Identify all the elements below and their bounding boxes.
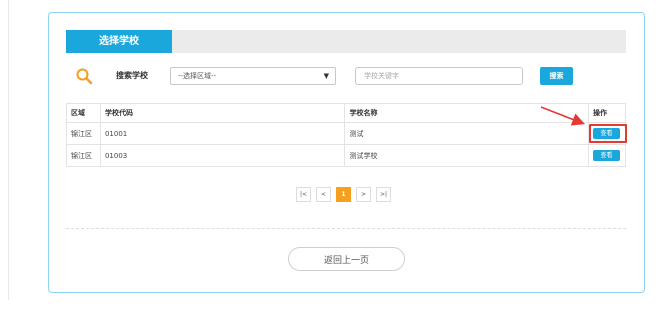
school-select-panel: 选择学校 搜索学校 --选择区域-- ▼ 搜索 区域 学校代码 学校名称 操作 … [48,12,645,293]
column-header-region: 区域 [66,103,101,123]
page-left-divider [8,0,9,300]
page-button-current[interactable]: 1 [336,187,351,202]
column-header-name: 学校名称 [344,103,589,123]
search-button[interactable]: 搜索 [540,67,573,85]
column-header-code: 学校代码 [99,103,346,123]
cell-action: 查看 [587,122,627,145]
back-button[interactable]: 返回上一页 [288,247,405,271]
view-button[interactable]: 查看 [592,150,620,161]
view-button[interactable]: 查看 [592,128,620,139]
cell-region: 锦江区 [66,144,101,167]
last-page-button[interactable]: >| [376,187,391,202]
cell-region: 锦江区 [66,122,101,145]
next-page-button[interactable]: > [356,187,371,202]
cell-name: 测试学校 [344,144,589,167]
school-table: 区域 学校代码 学校名称 操作 锦江区 01001 测试 查看 锦江区 0100… [66,103,627,167]
table-row: 锦江区 01003 测试学校 查看 [66,144,627,167]
school-keyword-input[interactable] [355,67,523,85]
search-school-label: 搜索学校 [116,71,148,80]
column-header-action: 操作 [587,103,627,123]
region-select-value: --选择区域-- [178,72,217,80]
chevron-down-icon: ▼ [323,72,329,80]
cell-code: 01003 [99,144,346,167]
prev-page-button[interactable]: < [316,187,331,202]
table-header-row: 区域 学校代码 学校名称 操作 [66,103,627,123]
cell-code: 01001 [99,122,346,145]
region-select[interactable]: --选择区域-- ▼ [170,67,336,85]
first-page-button[interactable]: |< [296,187,311,202]
section-divider [66,228,626,229]
pagination: |< < 1 > >| [296,187,391,202]
table-row: 锦江区 01001 测试 查看 [66,122,627,145]
tab-bar: 选择学校 [66,30,626,53]
cell-action: 查看 [587,144,627,167]
search-icon [76,68,93,85]
tab-select-school[interactable]: 选择学校 [66,30,172,53]
cell-name: 测试 [344,122,589,145]
